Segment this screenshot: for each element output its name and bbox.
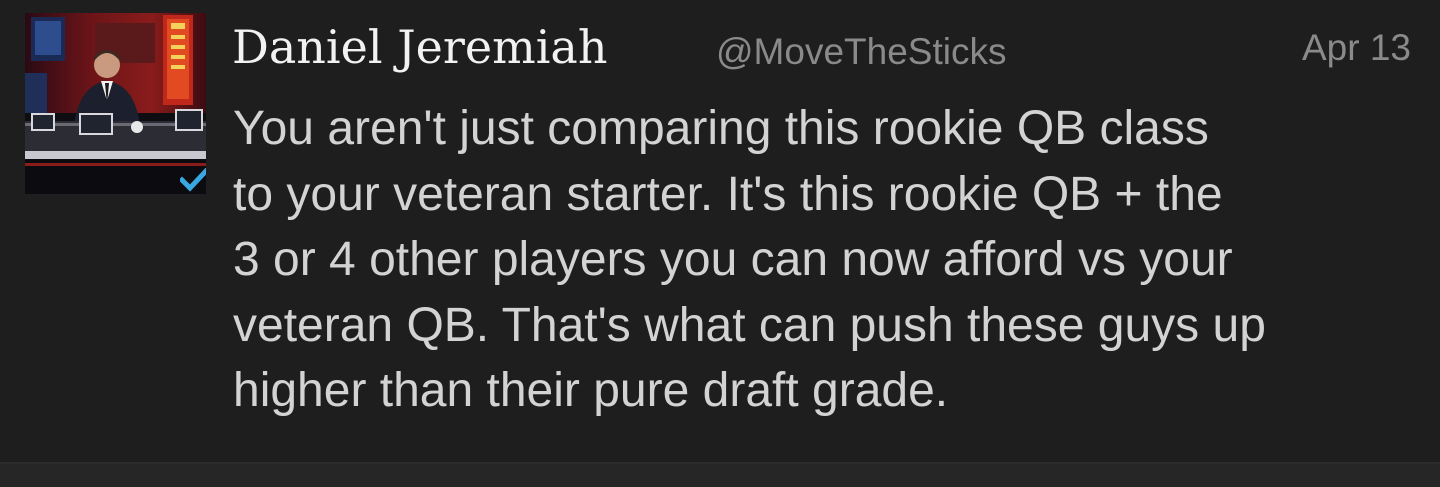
author-handle[interactable]: @MoveTheSticks	[716, 28, 1006, 76]
tweet-text-line: higher than their pure draft grade.	[233, 364, 949, 417]
avatar[interactable]	[25, 13, 206, 194]
tweet-text-line: veteran QB. That's what can push these g…	[233, 298, 1266, 352]
tweet-header: Daniel Jeremiah @MoveTheSticks Apr 13	[232, 18, 1417, 78]
tweet-text-line: 3 or 4 other players you can now afford …	[233, 233, 1233, 286]
author-name[interactable]: Daniel Jeremiah	[232, 18, 607, 76]
verified-check-icon	[180, 168, 206, 192]
tweet-text-line: to your veteran starter. It's this rooki…	[233, 167, 1223, 221]
next-item-divider	[0, 462, 1440, 487]
tweet-card[interactable]: Daniel Jeremiah @MoveTheSticks Apr 13 Yo…	[0, 0, 1440, 462]
tweet-timestamp[interactable]: Apr 13	[1302, 24, 1411, 72]
avatar-photo	[25, 13, 206, 194]
tweet-text: You aren't just comparing this rookie QB…	[233, 96, 1413, 424]
tweet-text-line: You aren't just comparing this rookie QB…	[233, 102, 1209, 155]
